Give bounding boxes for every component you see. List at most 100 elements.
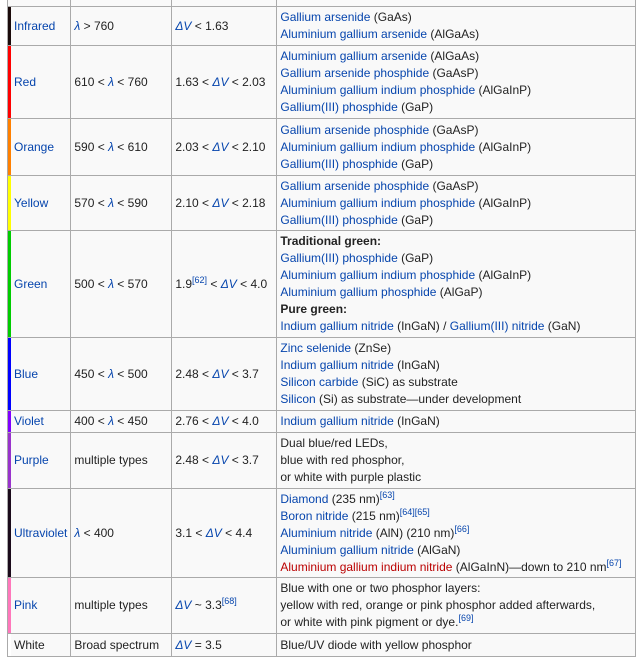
material-link[interactable]: ΔV: [175, 598, 191, 612]
text-span: (GaP): [397, 212, 434, 227]
material-link[interactable]: Aluminium gallium phosphide: [280, 285, 436, 299]
material-link[interactable]: Indium gallium nitride: [280, 319, 393, 333]
color-link[interactable]: Green: [14, 277, 47, 291]
material-link[interactable]: ΔV: [212, 140, 228, 154]
color-name: Infrared: [11, 6, 72, 46]
material-link[interactable]: Silicon: [280, 392, 315, 406]
material-link[interactable]: Zinc selenide: [280, 341, 351, 355]
material-link[interactable]: ΔV: [206, 526, 222, 540]
color-link[interactable]: Red: [14, 75, 36, 89]
citation-link[interactable]: [63]: [380, 490, 395, 500]
voltage-cell: ΔV < 1.63: [171, 6, 278, 46]
color-link[interactable]: Orange: [14, 140, 54, 154]
text-span: (AlGaInP): [475, 139, 532, 154]
material-link[interactable]: ΔV: [175, 638, 191, 652]
material-line: Gallium(III) phosphide (GaP): [280, 212, 632, 229]
material-line: Aluminium gallium indium phosphide (AlGa…: [280, 82, 632, 99]
material-link[interactable]: Gallium arsenide phosphide: [280, 123, 429, 137]
citation-link[interactable]: [69]: [458, 613, 473, 623]
text-span: < 3.7: [228, 453, 259, 467]
material-line: Blue with one or two phosphor layers:: [280, 580, 632, 597]
material-link[interactable]: ΔV: [212, 75, 228, 89]
text-span: (235 nm): [328, 491, 380, 506]
text-span: (AlGaN): [413, 542, 461, 557]
material-link[interactable]: Aluminium gallium arsenide: [280, 49, 427, 63]
text-span: (InGaN): [393, 414, 440, 428]
text-span: < 610: [113, 139, 148, 154]
text-span: 590 <: [74, 139, 109, 154]
material-link[interactable]: Boron nitride: [280, 509, 348, 523]
text-span: 450 <: [74, 366, 109, 381]
material-link[interactable]: Aluminium gallium arsenide: [280, 27, 427, 41]
citation-link[interactable]: [66]: [454, 524, 469, 534]
citation-link[interactable]: [68]: [222, 596, 237, 606]
material-link[interactable]: Gallium arsenide phosphide: [280, 66, 429, 80]
material-link[interactable]: Gallium arsenide: [280, 10, 370, 24]
wavelength-cell: 500 < λ < 570: [70, 230, 173, 338]
material-link[interactable]: Gallium(III) phosphide: [280, 213, 397, 227]
text-span: Blue with one or two phosphor layers:: [280, 581, 481, 595]
material-link[interactable]: Aluminium gallium nitride: [280, 543, 413, 557]
text-span: 610 <: [74, 74, 109, 89]
color-link[interactable]: Infrared: [14, 19, 55, 33]
material-link[interactable]: Diamond: [280, 492, 328, 506]
material-link[interactable]: Gallium(III) phosphide: [280, 157, 397, 171]
voltage-cell: 1.63 < ΔV < 2.03: [171, 45, 278, 119]
material-link[interactable]: Gallium(III) phosphide: [280, 100, 397, 114]
color-link[interactable]: Blue: [14, 367, 38, 381]
wavelength-cell: 610 < λ < 760: [70, 45, 173, 119]
material-link[interactable]: ΔV: [212, 367, 228, 381]
material-link[interactable]: ΔV: [212, 196, 228, 210]
text-span: 2.03 <: [175, 139, 213, 154]
text-span: < 2.18: [228, 195, 266, 210]
material-link[interactable]: ΔV: [212, 453, 228, 467]
material-link[interactable]: Indium gallium nitride: [280, 358, 393, 372]
material-link[interactable]: Aluminium gallium indium phosphide: [280, 196, 475, 210]
voltage-cell: 3.1 < ΔV < 4.4: [171, 488, 278, 578]
material-line: Diamond (235 nm)[63]: [280, 490, 632, 508]
material-link[interactable]: ΔV: [175, 19, 191, 33]
text-span: Blue/UV diode with yellow phosphor: [280, 637, 472, 652]
material-line: Silicon carbide (SiC) as substrate: [280, 374, 632, 391]
voltage-cell: 2.48 < ΔV < 3.7: [171, 432, 278, 489]
table-row: Pink multiple types ΔV ~ 3.3[68] Blue with …: [7, 577, 637, 634]
text-span: 2.48 <: [175, 453, 213, 467]
material-link[interactable]: Aluminium gallium indium phosphide: [280, 140, 475, 154]
color-link[interactable]: Ultraviolet: [14, 526, 67, 540]
color-link[interactable]: Pink: [14, 598, 37, 612]
text-span: (GaAsP): [429, 178, 479, 193]
material-link[interactable]: Aluminium nitride: [280, 526, 372, 540]
color-link[interactable]: Yellow: [14, 196, 48, 210]
material-line: Aluminium gallium phosphide (AlGaP): [280, 284, 632, 301]
material-link[interactable]: Gallium(III) nitride: [450, 319, 545, 333]
material-line: or white with purple plastic: [280, 469, 632, 486]
materials-cell: Aluminium gallium arsenide (AlGaAs) Galli…: [276, 45, 637, 119]
material-link[interactable]: Aluminium gallium indium phosphide: [280, 268, 475, 282]
material-link[interactable]: Aluminium gallium indium nitride: [280, 560, 452, 574]
text-span: < 570: [113, 276, 148, 291]
material-line: Blue/UV diode with yellow phosphor: [280, 637, 632, 654]
text-span: (ZnSe): [351, 341, 392, 355]
text-span: < 760: [113, 74, 148, 89]
citation-link[interactable]: [64][65]: [400, 507, 430, 517]
material-link[interactable]: Indium gallium nitride: [280, 414, 393, 428]
citation-link[interactable]: [62]: [192, 275, 207, 285]
table-row: Green 500 < λ < 570 1.9[62] < ΔV < 4.0 Trad…: [7, 230, 637, 338]
table-row: Blue 450 < λ < 500 2.48 < ΔV < 3.7 Zinc sel…: [7, 337, 637, 411]
material-link[interactable]: Gallium arsenide phosphide: [280, 179, 429, 193]
color-link[interactable]: Purple: [14, 453, 49, 467]
material-line: Gallium(III) phosphide (GaP): [280, 156, 632, 173]
material-link[interactable]: ΔV: [221, 277, 237, 291]
led-color-table: Infrared λ > 760 ΔV < 1.63 Gallium arsenide…: [7, 0, 637, 657]
material-link[interactable]: Silicon carbide: [280, 375, 358, 389]
text-span: (AlGaInP): [475, 268, 532, 282]
color-name: Blue: [11, 337, 72, 411]
material-link[interactable]: Aluminium gallium indium phosphide: [280, 83, 475, 97]
material-link[interactable]: Gallium(III) phosphide: [280, 251, 397, 265]
materials-cell: Blue/UV diode with yellow phosphor: [276, 633, 637, 657]
material-link[interactable]: ΔV: [212, 414, 228, 428]
material-line: Indium gallium nitride (InGaN): [280, 413, 632, 430]
color-link[interactable]: Violet: [14, 414, 44, 428]
citation-link[interactable]: [67]: [607, 558, 622, 568]
material-line: Aluminium gallium indium phosphide (AlGa…: [280, 267, 632, 284]
